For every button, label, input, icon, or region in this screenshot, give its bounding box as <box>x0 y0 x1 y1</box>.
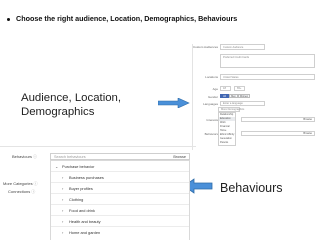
demographics-item[interactable]: Parents <box>219 141 235 145</box>
category-label: Health and beauty <box>69 219 101 224</box>
category-item[interactable]: › Buyer profiles <box>51 183 189 194</box>
search-placeholder: Search behaviours <box>54 155 86 159</box>
browse-button[interactable]: Browse <box>173 155 186 159</box>
age-from-value: 18 <box>223 87 226 90</box>
chevron-right-icon: › <box>62 219 64 224</box>
behaviors-label: Behaviors <box>204 132 218 136</box>
custom-audience-chip-box[interactable]: Preferred Credit Cards <box>220 54 315 68</box>
more-categories-field-label: More Categoriesⓘ <box>3 181 38 187</box>
custom-audience-row: Custom Audiences Custom Audience <box>193 44 318 51</box>
more-demographics-label: More Demographics <box>221 108 245 111</box>
arrow-right-icon <box>158 98 190 108</box>
custom-audience-input[interactable]: Custom Audience <box>220 44 265 50</box>
custom-audience-label: Custom Audiences <box>192 45 218 49</box>
behaviors-input[interactable]: Browse <box>241 131 315 136</box>
interests-label: Interests <box>206 118 218 122</box>
chevron-right-icon: › <box>62 197 64 202</box>
locations-chip: United States <box>223 76 239 79</box>
heading-text: Choose the right audience, Location, Dem… <box>16 14 238 23</box>
interests-input[interactable]: Browse <box>241 117 315 122</box>
age-to-value: 65+ <box>237 87 242 90</box>
category-label: Food and drink <box>69 208 95 213</box>
age-to-select[interactable]: 65+ <box>234 86 245 91</box>
chevron-right-icon: › <box>62 186 64 191</box>
category-label: Purchase behavior <box>62 164 95 169</box>
languages-row: Languages Enter a language <box>193 101 318 108</box>
targeting-form-screenshot: Custom Audiences Custom Audience Preferr… <box>192 44 317 150</box>
behaviors-browse-button[interactable]: Browse <box>303 132 312 135</box>
age-from-select[interactable]: 18 <box>220 86 231 91</box>
category-item[interactable]: › Business purchases <box>51 172 189 183</box>
category-label: Buyer profiles <box>69 186 93 191</box>
age-row: Age 18 65+ <box>193 86 318 93</box>
chevron-right-icon: › <box>62 175 64 180</box>
age-label: Age <box>212 87 218 91</box>
locations-row: Locations United States <box>193 74 318 81</box>
bullet-dot <box>7 17 10 21</box>
chevron-right-icon: › <box>62 208 64 213</box>
category-label: Clothing <box>69 197 84 202</box>
connections-field-label: Connectionsⓘ <box>8 189 35 195</box>
more-categories-label: More Categories <box>3 181 33 186</box>
help-icon[interactable]: ⓘ <box>33 154 37 159</box>
custom-audience-chip: Preferred Credit Cards <box>223 56 250 59</box>
audience-callout-line-1: Audience, Location, <box>21 92 122 104</box>
category-item[interactable]: › Health and beauty <box>51 216 189 227</box>
behaviours-field-label: Behavioursⓘ <box>12 154 37 160</box>
behaviours-label: Behaviours <box>12 154 33 159</box>
chevron-down-icon: ⌄ <box>55 164 59 169</box>
gender-all-button[interactable]: All <box>220 94 229 98</box>
custom-audience-placeholder: Custom Audience <box>223 46 244 49</box>
behaviours-dropdown: ⌄ Purchase behavior › Business purchases… <box>50 160 190 240</box>
chevron-right-icon: › <box>62 230 64 235</box>
category-label: Home and garden <box>69 230 101 235</box>
behaviours-search-input[interactable]: Search behaviours Browse <box>50 153 190 160</box>
audience-callout: Audience, Location, Demographics <box>21 92 121 119</box>
category-item[interactable]: › Home and garden <box>51 227 189 238</box>
gender-women-button[interactable]: Women <box>238 94 250 98</box>
behaviours-panel: Behavioursⓘ More Categoriesⓘ Connections… <box>0 146 196 240</box>
help-icon[interactable]: ⓘ <box>31 189 35 194</box>
languages-placeholder: Enter a language <box>223 102 243 105</box>
connections-label: Connections <box>8 189 31 194</box>
locations-label: Locations <box>205 75 218 79</box>
category-item[interactable]: ⌄ Purchase behavior <box>51 161 189 172</box>
gender-label: Gender <box>207 95 218 99</box>
gender-row: Gender All Men Women <box>193 94 318 101</box>
category-item[interactable]: › Clothing <box>51 194 189 205</box>
category-item[interactable]: › Food and drink <box>51 205 189 216</box>
behaviours-callout: Behaviours <box>220 181 283 195</box>
slide-heading: Choose the right audience, Location, Dem… <box>7 14 237 23</box>
interests-row: Interests Browse <box>193 117 318 124</box>
audience-callout-line-2: Demographics <box>21 105 95 118</box>
languages-label: Languages <box>203 102 218 106</box>
category-label: Business purchases <box>69 175 104 180</box>
interests-browse-button[interactable]: Browse <box>303 118 312 121</box>
behaviors-row: Behaviors Browse <box>193 131 318 138</box>
gender-men-button[interactable]: Men <box>229 94 238 98</box>
locations-input[interactable]: United States <box>220 74 315 80</box>
languages-input[interactable]: Enter a language <box>220 101 265 106</box>
help-icon[interactable]: ⓘ <box>34 181 38 186</box>
